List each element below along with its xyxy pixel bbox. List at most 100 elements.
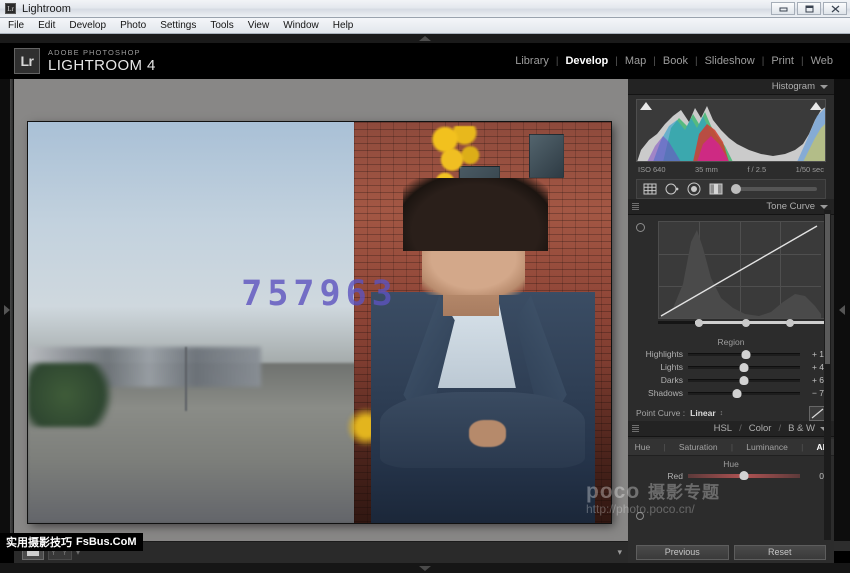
module-map[interactable]: Map bbox=[618, 55, 653, 67]
module-library[interactable]: Library bbox=[508, 55, 556, 67]
exif-shutter-speed: 1/50 sec bbox=[796, 165, 824, 174]
right-panel: Histogram bbox=[628, 79, 834, 541]
shadows-label: Shadows bbox=[636, 388, 688, 398]
menu-view[interactable]: View bbox=[248, 20, 270, 31]
slider-knob[interactable] bbox=[740, 376, 749, 385]
chevron-down-icon[interactable] bbox=[820, 85, 828, 89]
hsl-tab-bar: Hue | Saturation | Luminance | All bbox=[628, 439, 834, 456]
menu-window[interactable]: Window bbox=[283, 20, 319, 31]
module-book[interactable]: Book bbox=[656, 55, 695, 67]
highlights-label: Highlights bbox=[636, 349, 688, 359]
shadow-clipping-indicator[interactable] bbox=[640, 102, 652, 110]
tab-divider: | bbox=[663, 442, 665, 452]
slider-row-darks: Darks + 6 bbox=[636, 374, 824, 386]
right-panel-toggle[interactable] bbox=[834, 79, 850, 541]
chevron-left-icon bbox=[839, 305, 845, 315]
module-slideshow[interactable]: Slideshow bbox=[698, 55, 762, 67]
histogram-panel: ISO 640 35 mm f / 2.5 1/50 sec bbox=[628, 95, 834, 176]
hsl-title-bw[interactable]: B & W bbox=[788, 423, 815, 434]
bottom-panel-toggle[interactable] bbox=[0, 563, 850, 573]
module-web[interactable]: Web bbox=[804, 55, 840, 67]
darks-slider[interactable] bbox=[688, 379, 800, 382]
slider-knob[interactable] bbox=[733, 389, 742, 398]
tone-curve-graph[interactable] bbox=[658, 221, 826, 319]
photo-id-watermark: 757963 bbox=[28, 274, 611, 314]
lightroom-body: Lr ADOBE PHOTOSHOP LIGHTROOM 4 Library |… bbox=[0, 34, 850, 551]
brand-line-2: LIGHTROOM 4 bbox=[48, 58, 156, 73]
hsl-panel-header[interactable]: HSL / Color / B & W bbox=[628, 421, 834, 437]
exif-focal-length: 35 mm bbox=[695, 165, 718, 174]
lightroom-logo-badge: Lr bbox=[14, 48, 40, 74]
slider-row-highlights: Highlights + 1 bbox=[636, 348, 824, 360]
maximize-button[interactable] bbox=[797, 2, 821, 15]
shadows-value[interactable]: − 7 bbox=[800, 388, 824, 398]
right-panel-scrollbar[interactable] bbox=[824, 210, 831, 540]
red-hue-slider[interactable] bbox=[688, 474, 800, 478]
lights-label: Lights bbox=[636, 362, 688, 372]
slider-knob[interactable] bbox=[742, 350, 751, 359]
lightroom-window: Lr Lightroom File Edit Develop Photo Set… bbox=[0, 0, 850, 551]
app-icon: Lr bbox=[5, 3, 16, 14]
tab-hue[interactable]: Hue bbox=[635, 442, 651, 452]
histogram-graph[interactable] bbox=[636, 99, 826, 162]
menu-tools[interactable]: Tools bbox=[210, 20, 233, 31]
tone-curve-panel-header[interactable]: Tone Curve bbox=[628, 199, 834, 215]
module-develop[interactable]: Develop bbox=[558, 55, 615, 67]
shadow-split-handle[interactable] bbox=[695, 319, 703, 327]
red-eye-icon[interactable] bbox=[687, 182, 701, 196]
scrollbar-thumb[interactable] bbox=[825, 214, 830, 364]
tab-saturation[interactable]: Saturation bbox=[679, 442, 718, 452]
tab-luminance[interactable]: Luminance bbox=[746, 442, 788, 452]
module-print[interactable]: Print bbox=[764, 55, 801, 67]
hsl-title-hsl[interactable]: HSL bbox=[714, 423, 732, 434]
photo-hand bbox=[469, 420, 506, 448]
brand-text: ADOBE PHOTOSHOP LIGHTROOM 4 bbox=[48, 49, 156, 73]
close-button[interactable] bbox=[823, 2, 847, 15]
previous-button[interactable]: Previous bbox=[636, 545, 729, 560]
lights-slider[interactable] bbox=[688, 366, 800, 369]
lights-value[interactable]: + 4 bbox=[800, 362, 824, 372]
reset-button[interactable]: Reset bbox=[734, 545, 827, 560]
crop-overlay-icon[interactable] bbox=[643, 182, 657, 196]
photo-lamppost bbox=[185, 347, 187, 411]
highlight-split-handle[interactable] bbox=[786, 319, 794, 327]
menu-file[interactable]: File bbox=[8, 20, 24, 31]
shadows-slider[interactable] bbox=[688, 392, 800, 395]
exif-iso: ISO 640 bbox=[638, 165, 666, 174]
darks-label: Darks bbox=[636, 375, 688, 385]
slider-knob[interactable] bbox=[740, 471, 749, 480]
menu-develop[interactable]: Develop bbox=[69, 20, 106, 31]
menu-photo[interactable]: Photo bbox=[120, 20, 146, 31]
slider-knob[interactable] bbox=[740, 363, 749, 372]
midtone-split-handle[interactable] bbox=[742, 319, 750, 327]
chevron-down-icon[interactable] bbox=[820, 205, 828, 209]
toolbar-expand-caret[interactable]: ▾ bbox=[617, 547, 622, 558]
image-canvas[interactable]: 757963 bbox=[14, 79, 628, 541]
adjustment-brush-icon[interactable] bbox=[731, 187, 817, 191]
graduated-filter-icon[interactable] bbox=[709, 182, 723, 196]
highlights-value[interactable]: + 1 bbox=[800, 349, 824, 359]
photo-preview[interactable]: 757963 bbox=[28, 122, 611, 523]
hsl-title-color[interactable]: Color bbox=[749, 423, 772, 434]
tone-curve-title: Tone Curve bbox=[766, 201, 815, 212]
photo-subject bbox=[366, 178, 599, 523]
menu-edit[interactable]: Edit bbox=[38, 20, 55, 31]
red-value[interactable]: 0 bbox=[800, 471, 824, 481]
point-curve-value[interactable]: Linear bbox=[690, 408, 716, 418]
highlight-clipping-indicator[interactable] bbox=[810, 102, 822, 110]
brush-slider-knob[interactable] bbox=[731, 184, 741, 194]
point-curve-dropdown-icon[interactable]: ↕ bbox=[720, 410, 724, 417]
histogram-panel-header[interactable]: Histogram bbox=[628, 79, 834, 95]
top-panel-toggle[interactable] bbox=[0, 34, 850, 43]
photo-hair bbox=[403, 178, 548, 250]
darks-value[interactable]: + 6 bbox=[800, 375, 824, 385]
fsbus-cn-text: 实用摄影技巧 bbox=[6, 534, 72, 550]
spot-removal-icon[interactable] bbox=[665, 182, 679, 196]
hue-targeted-adjustment-icon[interactable] bbox=[636, 512, 644, 520]
fsbus-en-text: FsBus.CoM bbox=[76, 536, 137, 548]
highlights-slider[interactable] bbox=[688, 353, 800, 356]
minimize-button[interactable] bbox=[771, 2, 795, 15]
menu-settings[interactable]: Settings bbox=[160, 20, 196, 31]
targeted-adjustment-icon[interactable] bbox=[636, 223, 645, 232]
menu-help[interactable]: Help bbox=[333, 20, 354, 31]
